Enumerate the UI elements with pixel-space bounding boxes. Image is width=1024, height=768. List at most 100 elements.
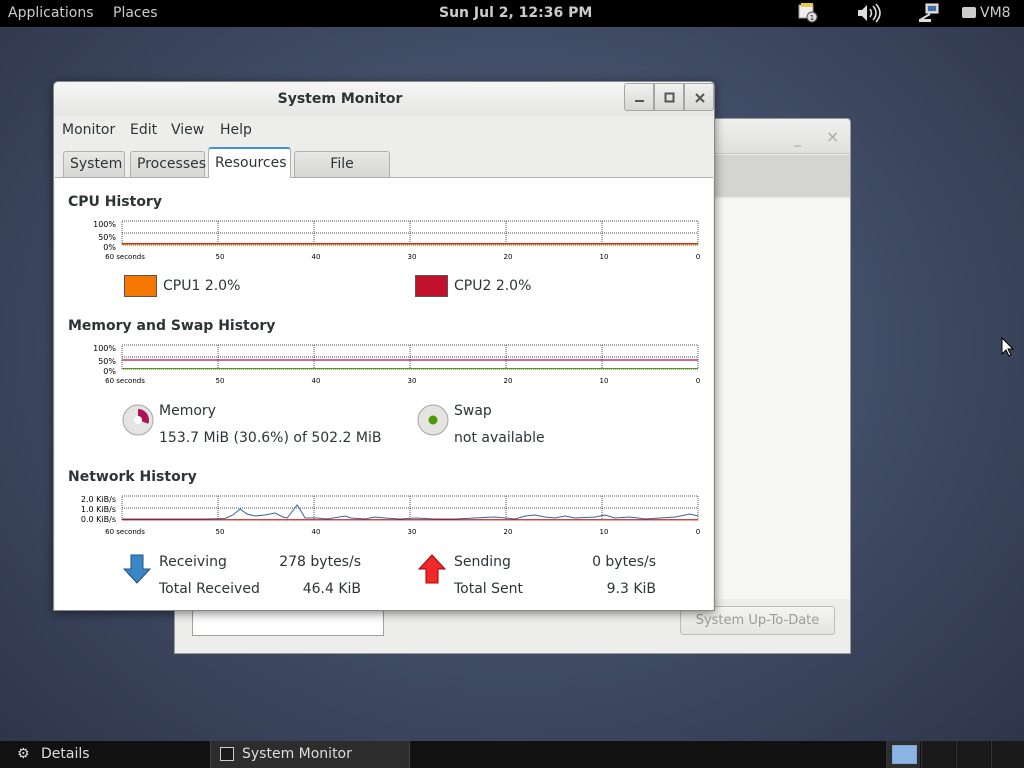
cpu-ytick-0: 0%: [103, 243, 116, 252]
menu-help[interactable]: Help: [220, 122, 252, 138]
cpu-history-graph: 100% 50% 0% 60 seconds 50 40 30 20 10 0: [55, 216, 713, 264]
cpu-xtick-20: 20: [504, 253, 513, 261]
swap-pie-icon[interactable]: [416, 403, 450, 437]
tab-resources[interactable]: Resources: [208, 147, 291, 178]
memory-pie-icon[interactable]: [121, 403, 155, 437]
minimize-icon: [635, 100, 644, 102]
resources-panel: CPU History 100% 50% 0% 60 seconds 50 40…: [55, 177, 713, 610]
sending-value: 0 bytes/s: [592, 554, 656, 570]
titlebar[interactable]: System Monitor: [54, 82, 714, 116]
cpu-xtick-40: 40: [312, 253, 321, 261]
workspace-2[interactable]: [921, 741, 955, 768]
menu-monitor[interactable]: Monitor: [62, 122, 115, 138]
clock[interactable]: Sun Jul 2, 12:36 PM: [439, 5, 592, 21]
cpu-history-title: CPU History: [68, 194, 162, 210]
network-history-title: Network History: [68, 469, 197, 485]
window-title: System Monitor: [277, 91, 403, 107]
total-sent-value: 9.3 KiB: [606, 581, 656, 597]
memory-label: Memory: [159, 403, 216, 419]
cpu2-label: CPU2 2.0%: [454, 278, 532, 294]
total-received-value: 46.4 KiB: [302, 581, 361, 597]
mem-xtick-40: 40: [312, 377, 321, 385]
sending-label: Sending: [454, 554, 511, 570]
menu-view[interactable]: View: [171, 122, 204, 138]
applications-menu[interactable]: Applications: [8, 5, 94, 21]
memory-history-title: Memory and Swap History: [68, 318, 276, 334]
net-ytick-1: 1.0 KiB/s: [81, 505, 116, 514]
tab-processes[interactable]: Processes: [130, 151, 206, 177]
tab-system[interactable]: System: [63, 151, 125, 177]
bottom-panel: ⚙ Details System Monitor: [0, 741, 1024, 768]
mem-xtick-30: 30: [408, 377, 417, 385]
notification-icon[interactable]: 1: [797, 3, 819, 23]
net-xtick-40: 40: [312, 528, 321, 536]
mem-ytick-0: 0%: [103, 367, 116, 376]
places-menu[interactable]: Places: [113, 5, 158, 21]
taskbar-system-monitor[interactable]: System Monitor: [210, 741, 410, 768]
total-sent-label: Total Sent: [454, 581, 524, 597]
close-icon: [695, 93, 705, 103]
gear-icon: ⚙: [17, 746, 30, 762]
receiving-value: 278 bytes/s: [279, 554, 361, 570]
net-xtick-10: 10: [600, 528, 609, 536]
workspace-1[interactable]: [886, 741, 920, 768]
minimize-button[interactable]: [624, 83, 654, 111]
tab-file-systems[interactable]: File Systems: [294, 151, 390, 196]
net-xtick-50: 50: [216, 528, 225, 536]
cpu-ytick-50: 50%: [98, 233, 116, 242]
taskbar-label: System Monitor: [242, 746, 352, 762]
user-menu[interactable]: VM8: [962, 5, 1011, 21]
background-close-icon[interactable]: ×: [826, 127, 839, 146]
maximize-button[interactable]: [654, 83, 684, 111]
workspace-4[interactable]: [991, 741, 1024, 768]
top-panel: Applications Places Sun Jul 2, 12:36 PM …: [0, 0, 1024, 27]
net-xtick-20: 20: [504, 528, 513, 536]
volume-icon[interactable]: [856, 3, 882, 23]
net-xtick-60: 60 seconds: [105, 528, 145, 536]
download-arrow-icon[interactable]: [121, 553, 153, 585]
cpu-ytick-100: 100%: [93, 220, 116, 229]
net-xtick-30: 30: [408, 528, 417, 536]
mem-xtick-10: 10: [600, 377, 609, 385]
cpu-xtick-10: 10: [600, 253, 609, 261]
total-received-label: Total Received: [159, 581, 260, 597]
maximize-icon: [664, 92, 675, 103]
chat-icon: [962, 7, 976, 18]
close-button[interactable]: [684, 83, 714, 111]
cpu1-label: CPU1 2.0%: [163, 278, 241, 294]
cpu1-color-swatch[interactable]: [124, 275, 157, 297]
network-icon[interactable]: [918, 3, 940, 23]
memory-history-graph: 100% 50% 0% 60 seconds 50 40 30 20 10 0: [55, 340, 713, 388]
mem-ytick-100: 100%: [93, 344, 116, 353]
mem-ytick-50: 50%: [98, 357, 116, 366]
mem-xtick-60: 60 seconds: [105, 377, 145, 385]
details-label: Details: [41, 746, 90, 762]
cpu-xtick-0: 0: [696, 253, 700, 261]
details-task[interactable]: ⚙ Details: [17, 746, 90, 762]
net-ytick-0: 0.0 KiB/s: [81, 515, 116, 524]
mouse-cursor-icon: [1001, 337, 1015, 357]
swap-label: Swap: [454, 403, 492, 419]
cpu-xtick-50: 50: [216, 253, 225, 261]
svg-text:1: 1: [810, 14, 814, 22]
user-name: VM8: [980, 5, 1011, 21]
mem-xtick-20: 20: [504, 377, 513, 385]
memory-value: 153.7 MiB (30.6%) of 502.2 MiB: [159, 430, 382, 446]
net-ytick-2: 2.0 KiB/s: [81, 495, 116, 504]
background-minimize-icon[interactable]: _: [794, 131, 801, 147]
network-history-graph: 2.0 KiB/s 1.0 KiB/s 0.0 KiB/s 60 seconds…: [55, 491, 713, 539]
system-monitor-window: System Monitor Monitor Edit View Help Sy…: [53, 81, 715, 611]
swap-value: not available: [454, 430, 545, 446]
net-xtick-0: 0: [696, 528, 700, 536]
background-content: [715, 199, 850, 599]
cpu2-color-swatch[interactable]: [415, 275, 448, 297]
receiving-label: Receiving: [159, 554, 227, 570]
menubar: Monitor Edit View Help: [54, 117, 714, 143]
upload-arrow-icon[interactable]: [416, 553, 448, 585]
menu-edit[interactable]: Edit: [130, 122, 157, 138]
mem-xtick-50: 50: [216, 377, 225, 385]
cpu-xtick-30: 30: [408, 253, 417, 261]
system-monitor-icon: [220, 747, 234, 761]
workspace-3[interactable]: [956, 741, 990, 768]
mem-xtick-0: 0: [696, 377, 700, 385]
